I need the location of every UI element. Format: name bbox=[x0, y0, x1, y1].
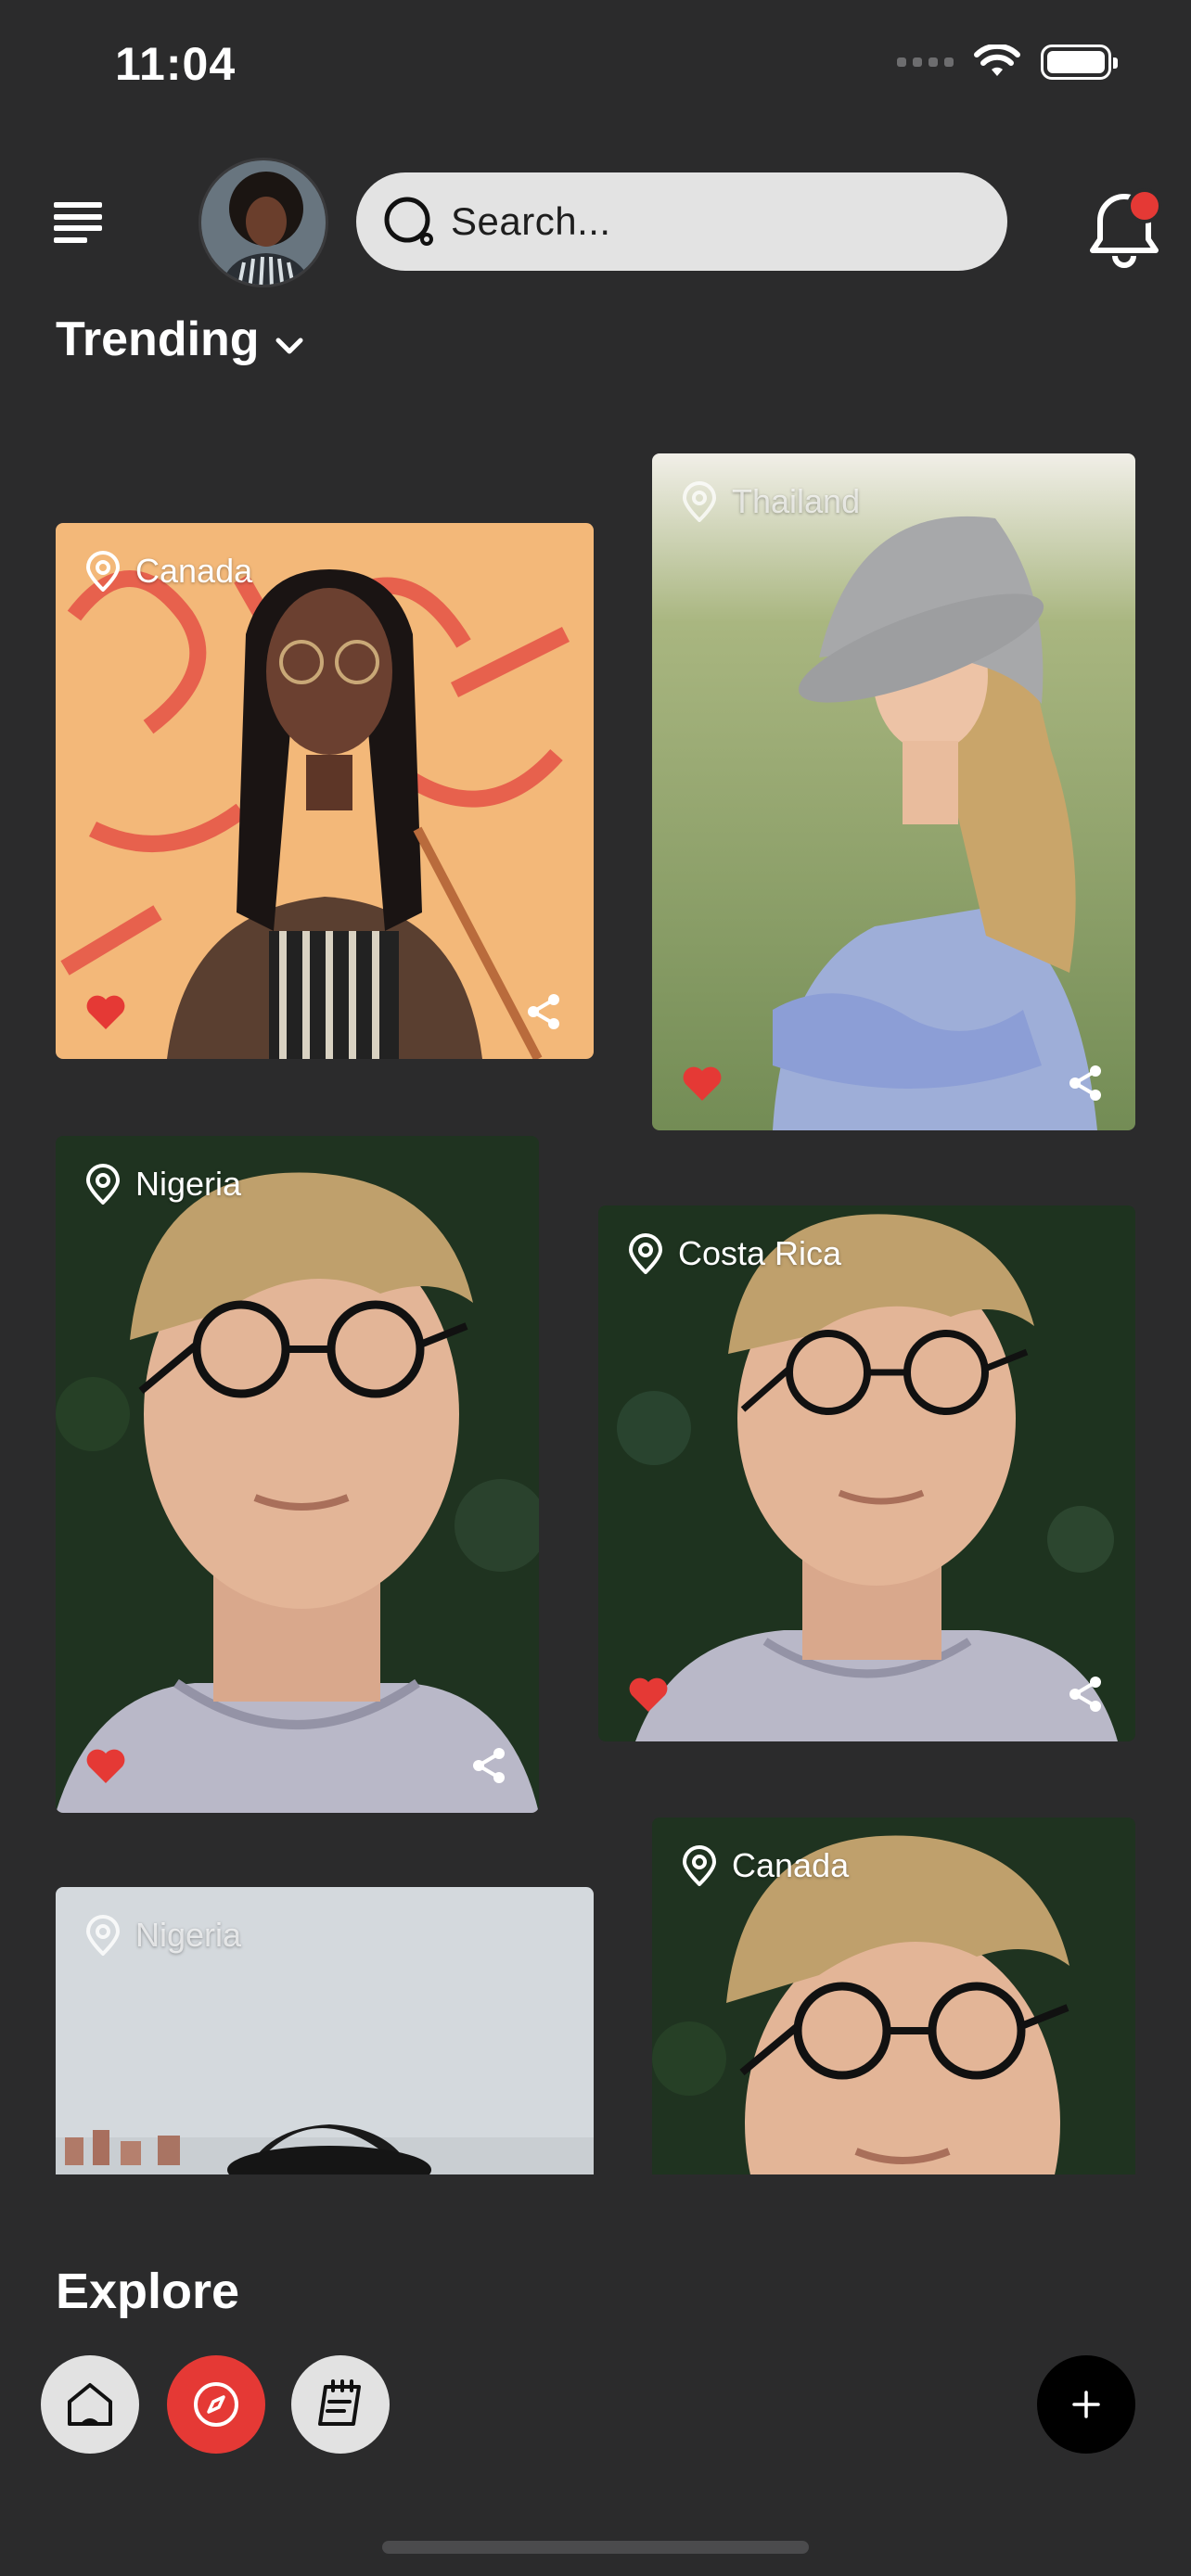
notepad-icon bbox=[318, 2379, 361, 2426]
home-icon bbox=[68, 2383, 112, 2426]
location-tag: Nigeria bbox=[85, 1164, 241, 1205]
location-tag: Costa Rica bbox=[628, 1233, 841, 1274]
photo-image bbox=[56, 523, 594, 1059]
location-pin-icon bbox=[682, 1845, 717, 1886]
location-label: Canada bbox=[732, 1846, 850, 1884]
location-tag: Canada bbox=[85, 551, 252, 592]
explore-title: Explore bbox=[56, 2264, 240, 2319]
photo-card[interactable]: Thailand bbox=[652, 453, 1135, 1130]
location-label: Costa Rica bbox=[678, 1234, 842, 1272]
photo-image bbox=[652, 453, 1135, 1130]
heart-icon[interactable] bbox=[628, 1677, 669, 1714]
photo-card[interactable]: Canada bbox=[56, 523, 594, 1059]
share-icon[interactable] bbox=[525, 992, 562, 1031]
photo-image bbox=[56, 1136, 539, 1813]
location-label: Nigeria bbox=[135, 1916, 242, 1954]
location-pin-icon bbox=[628, 1233, 663, 1274]
photo-card[interactable]: Costa Rica bbox=[598, 1205, 1135, 1741]
nav-notes-button[interactable] bbox=[291, 2355, 390, 2454]
location-tag: Nigeria bbox=[85, 1915, 241, 1956]
heart-icon[interactable] bbox=[682, 1065, 723, 1103]
photo-grid: Canada Thailand Nigeria Costa Rica Niger… bbox=[0, 0, 1191, 2174]
location-label: Nigeria bbox=[135, 1165, 242, 1203]
share-icon[interactable] bbox=[1067, 1064, 1104, 1103]
location-pin-icon bbox=[85, 1915, 121, 1956]
location-tag: Canada bbox=[682, 1845, 849, 1886]
compass-icon bbox=[194, 2382, 238, 2427]
photo-card[interactable]: Nigeria bbox=[56, 1136, 539, 1813]
nav-home-button[interactable] bbox=[41, 2355, 139, 2454]
app-screen: 11:04 Search... Trending Canada Thailand… bbox=[0, 0, 1191, 2576]
location-pin-icon bbox=[85, 551, 121, 592]
location-tag: Thailand bbox=[682, 481, 860, 522]
heart-icon[interactable] bbox=[85, 994, 126, 1031]
add-button[interactable] bbox=[1037, 2355, 1135, 2454]
home-indicator[interactable] bbox=[382, 2541, 809, 2554]
location-pin-icon bbox=[682, 481, 717, 522]
share-icon[interactable] bbox=[1067, 1675, 1104, 1714]
photo-image bbox=[598, 1205, 1135, 1741]
plus-icon bbox=[1072, 2391, 1100, 2418]
photo-card[interactable]: Nigeria bbox=[56, 1887, 594, 2174]
location-label: Canada bbox=[135, 552, 253, 590]
nav-explore-button[interactable] bbox=[167, 2355, 265, 2454]
photo-card[interactable]: Canada bbox=[652, 1817, 1135, 2174]
location-pin-icon bbox=[85, 1164, 121, 1205]
share-icon[interactable] bbox=[470, 1746, 507, 1785]
location-label: Thailand bbox=[732, 482, 861, 520]
heart-icon[interactable] bbox=[85, 1748, 126, 1785]
